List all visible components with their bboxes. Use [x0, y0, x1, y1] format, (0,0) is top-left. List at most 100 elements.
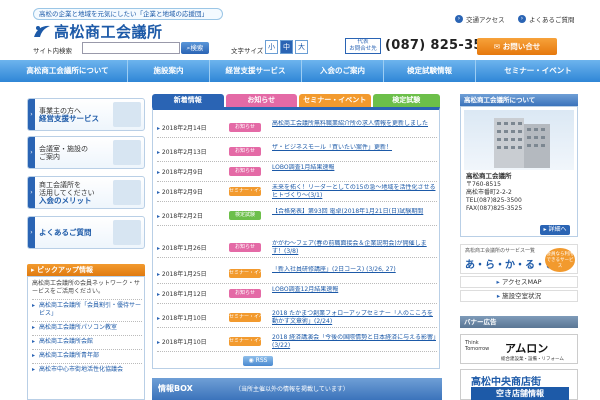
news-row: 2018年2月13日 お知らせ ザ・ビジネスモール「買いたい案件」更新！ — [157, 142, 437, 162]
building-image — [464, 110, 574, 170]
pickup-item[interactable]: 高松商工会議所「会員割引・優待サービス」 — [32, 299, 142, 318]
ad-shopping-street[interactable]: 高松中央商店街 空き店舗情報 — [460, 369, 578, 400]
news-date: 2018年2月9日 — [157, 167, 203, 176]
pickup-description: 高松商工会議所の会員ネットワーク・サービスをご活用ください。 — [32, 280, 140, 295]
news-date: 2018年2月2日 — [157, 211, 203, 220]
site-logo[interactable]: 高松商工会議所 — [33, 21, 163, 41]
news-date: 2018年2月14日 — [157, 123, 207, 132]
news-badge: セミナー・イベント — [229, 337, 261, 346]
news-tabs: 新着情報 お知らせ セミナー・イベント 検定試験 — [152, 94, 442, 107]
news-badge: セミナー・イベント — [229, 313, 261, 322]
support-image — [113, 102, 141, 127]
news-date: 2018年1月12日 — [157, 289, 207, 298]
news-title[interactable]: 2018 たかまつ創業フォローアップセミナー「人のこころを動かす文章術」(2/2… — [272, 310, 437, 326]
news-list: 2018年2月14日 お知らせ 高松商工会議所無料職業紹介所の求人情報を更新しま… — [152, 107, 440, 369]
toplink-faq[interactable]: › よくあるご質問 — [518, 13, 575, 24]
pickup-item[interactable]: 高松商工会議所青年部 — [32, 349, 142, 360]
nav-exams[interactable]: 検定試験情報 — [384, 60, 476, 82]
fontsize-large-button[interactable]: 大 — [295, 40, 308, 54]
left-box-faq[interactable]: › よくあるご質問 — [27, 216, 145, 249]
faq-icon: › — [518, 14, 526, 23]
news-badge: セミナー・イベント — [229, 187, 261, 196]
toplink-access[interactable]: › 交通アクセス — [455, 13, 505, 24]
left-box-support[interactable]: › 事業主の方へ 経営支援サービス — [27, 98, 145, 131]
news-title[interactable]: 高松商工会議所無料職業紹介所の求人情報を更新しました — [272, 120, 437, 136]
tab-new[interactable]: 新着情報 — [152, 94, 224, 107]
arrow-icon: › — [28, 99, 35, 130]
services-banner[interactable]: 高松商工会議所のサービス一覧 あ・ら・か・る・と 会員なら利用できるサービス — [460, 244, 578, 274]
logo-mark-icon — [33, 23, 51, 39]
nav-facilities[interactable]: 施設案内 — [128, 60, 210, 82]
fontsize-medium-button[interactable]: 中 — [280, 40, 293, 54]
news-title[interactable]: 未来を拓く！リーダーとしての15の急～地域を活性化させるヒトづくり～(3/1) — [272, 184, 437, 200]
news-badge: セミナー・イベント — [229, 269, 261, 278]
news-date: 2018年1月10日 — [157, 313, 207, 322]
about-title[interactable]: 高松商工会議所について — [460, 94, 578, 106]
rep-tel-label: 代表 お問合せ先 — [345, 38, 381, 54]
news-badge: 検定試験 — [229, 211, 261, 220]
vacancy-link[interactable]: 施設空室状況 — [460, 290, 578, 302]
news-date: 2018年1月26日 — [157, 243, 207, 252]
arrow-icon: › — [28, 177, 35, 208]
site-header: 高松の企業と地域を元気にしたい「企業と地域の応援団」 高松商工会議所 サイト内検… — [0, 0, 600, 58]
tab-exam[interactable]: 検定試験 — [372, 94, 441, 107]
fontsize-label: 文字サイズ — [231, 47, 264, 55]
news-row: 2018年1月12日 お知らせ LOBO調査12月結果速報 — [157, 284, 437, 304]
news-row: 2018年1月10日 セミナー・イベント 2018 たかまつ創業フォローアップセ… — [157, 308, 437, 328]
faq-image — [113, 220, 141, 245]
banner-ad-title: バナー広告 — [460, 316, 578, 328]
nav-membership[interactable]: 入会のご案内 — [302, 60, 384, 82]
news-row: 2018年1月10日 セミナー・イベント 2018 経済講演会「今後の国際情勢と… — [157, 332, 437, 352]
tab-seminar[interactable]: セミナー・イベント — [299, 94, 371, 107]
infobox-title: 情報BOX — [158, 384, 193, 393]
services-badge: 会員なら利用できるサービス — [545, 248, 575, 272]
news-date: 2018年1月10日 — [157, 337, 207, 346]
access-map-link[interactable]: アクセスMAP — [460, 276, 578, 288]
news-title[interactable]: 2018 経済講演会「今後の国際情勢と日本経済に与える影響」(3/22) — [272, 334, 437, 350]
facilities-image — [113, 140, 141, 165]
membership-image — [113, 180, 141, 205]
news-row: 2018年2月9日 セミナー・イベント 未来を拓く！リーダーとしての15の急～地… — [157, 182, 437, 202]
rss-icon: ◉ — [248, 357, 256, 364]
search-input[interactable] — [82, 42, 180, 54]
fontsize-small-button[interactable]: 小 — [265, 40, 278, 54]
news-title[interactable]: ザ・ビジネスモール「買いたい案件」更新！ — [272, 144, 437, 160]
ad-aromon[interactable]: Think Tomorrow アムロン 総合建設業・設備・リフォーム — [460, 334, 578, 364]
search-button[interactable]: ⌕検索 — [181, 42, 209, 54]
left-box-facilities[interactable]: › 会議室・施設の ご案内 — [27, 136, 145, 169]
infobox-header: 情報BOX （当所主催以外の情報を掲載しています） — [152, 378, 442, 400]
news-badge: お知らせ — [229, 147, 261, 156]
org-address: 高松商工会議所 〒760-8515 高松市番町2-2-2 TEL(087)825… — [466, 172, 523, 212]
main-nav: 高松商工会議所について 施設案内 経営支援サービス 入会のご案内 検定試験情報 … — [0, 60, 600, 82]
news-row: 2018年2月9日 お知らせ LOBO調査1月結果速報 — [157, 162, 437, 182]
nav-support[interactable]: 経営支援サービス — [210, 60, 302, 82]
arrow-icon: › — [28, 137, 35, 168]
arrow-icon: › — [28, 217, 35, 248]
nav-seminar[interactable]: セミナー・イベント — [476, 60, 600, 82]
news-title[interactable]: LOBO調査1月結果速報 — [272, 164, 437, 180]
logo-text: 高松商工会議所 — [54, 22, 163, 41]
news-row: 2018年2月14日 お知らせ 高松商工会議所無料職業紹介所の求人情報を更新しま… — [157, 118, 437, 138]
news-badge: お知らせ — [229, 123, 261, 132]
tab-notice[interactable]: お知らせ — [225, 94, 297, 107]
news-title[interactable]: LOBO調査12月結果速報 — [272, 286, 437, 302]
contact-button[interactable]: ✉ お問い合せ — [477, 38, 557, 55]
access-icon: › — [455, 14, 463, 23]
left-box-membership[interactable]: › 商工会議所を 活用してください 入会のメリット — [27, 176, 145, 209]
news-row: 2018年2月2日 検定試験 【合格発表】第93回 電卓(2018年1月21日(… — [157, 206, 437, 226]
news-row: 2018年1月25日 セミナー・イベント 「新入社員研修講座」(2日コース) (… — [157, 264, 437, 284]
news-title[interactable]: 「新入社員研修講座」(2日コース) (3/26, 27) — [272, 266, 437, 282]
news-title[interactable]: 【合格発表】第93回 電卓(2018年1月21日(日)試験期間 — [272, 208, 437, 224]
news-title[interactable]: かがわ～フェア(春の前職面接会＆企業説明会)が開催します！(3/8) — [272, 240, 437, 256]
rss-button[interactable]: ◉ RSS — [243, 356, 273, 366]
about-panel: 高松商工会議所 〒760-8515 高松市番町2-2-2 TEL(087)825… — [460, 106, 578, 237]
pickup-item[interactable]: 高松市中心市街地活性化協議会 — [32, 363, 142, 374]
pickup-item[interactable]: 高松商工会議所会館 — [32, 335, 142, 346]
site-tagline: 高松の企業と地域を元気にしたい「企業と地域の応援団」 — [33, 8, 223, 20]
detail-button[interactable]: ▸ 詳細へ — [540, 225, 570, 235]
search-label: サイト内検索 — [33, 47, 72, 55]
infobox-note: （当所主催以外の情報を掲載しています） — [235, 386, 349, 393]
pickup-item[interactable]: 高松商工会議所パソコン教室 — [32, 321, 142, 332]
news-badge: お知らせ — [229, 167, 261, 176]
nav-about[interactable]: 高松商工会議所について — [0, 60, 128, 82]
